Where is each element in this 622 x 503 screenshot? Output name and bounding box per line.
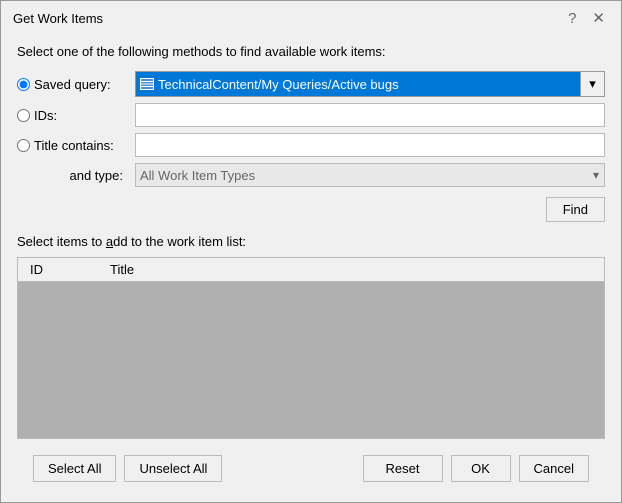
and-type-row: and type: All Work Item Types (17, 163, 605, 187)
title-column-header: Title (102, 261, 142, 278)
form-section: Saved query: TechnicalContent/My Qu (17, 71, 605, 187)
saved-query-radio-label[interactable]: Saved query: (17, 77, 127, 92)
table-body (18, 282, 604, 438)
query-table-icon (140, 78, 154, 90)
table-header: ID Title (18, 258, 604, 282)
title-bar-left: Get Work Items (13, 11, 103, 26)
title-radio[interactable] (17, 139, 30, 152)
saved-query-selected: TechnicalContent/My Queries/Active bugs (136, 72, 580, 96)
title-contains-label: Title contains: (34, 138, 114, 153)
unselect-all-button[interactable]: Unselect All (124, 455, 222, 482)
and-type-label: and type: (17, 168, 127, 183)
id-column-header: ID (22, 261, 102, 278)
title-contains-row: Title contains: (17, 133, 605, 157)
select-all-button[interactable]: Select All (33, 455, 116, 482)
saved-query-arrow[interactable]: ▾ (580, 72, 604, 96)
items-section-label: Select items to add to the work item lis… (17, 234, 605, 249)
dialog-title: Get Work Items (13, 11, 103, 26)
ids-radio-label[interactable]: IDs: (17, 108, 127, 123)
and-type-select-wrapper: All Work Item Types (135, 163, 605, 187)
saved-query-label: Saved query: (34, 77, 111, 92)
close-button[interactable]: ✕ (588, 9, 609, 28)
ids-radio[interactable] (17, 109, 30, 122)
find-row: Find (17, 197, 605, 222)
and-type-select[interactable]: All Work Item Types (135, 163, 605, 187)
bottom-buttons-right: Reset OK Cancel (363, 455, 589, 482)
cancel-button[interactable]: Cancel (519, 455, 589, 482)
title-contains-input[interactable] (135, 133, 605, 157)
title-bar: Get Work Items ? ✕ (1, 1, 621, 32)
dialog: Get Work Items ? ✕ Select one of the fol… (0, 0, 622, 503)
bottom-buttons: Select All Unselect All Reset OK Cancel (17, 447, 605, 490)
ids-input[interactable] (135, 103, 605, 127)
saved-query-radio[interactable] (17, 78, 30, 91)
saved-query-row: Saved query: TechnicalContent/My Qu (17, 71, 605, 97)
saved-query-dropdown[interactable]: TechnicalContent/My Queries/Active bugs … (135, 71, 605, 97)
saved-query-value: TechnicalContent/My Queries/Active bugs (158, 77, 576, 92)
title-bar-right: ? ✕ (564, 9, 609, 28)
ok-button[interactable]: OK (451, 455, 511, 482)
ids-label: IDs: (34, 108, 57, 123)
find-button[interactable]: Find (546, 197, 605, 222)
title-radio-label[interactable]: Title contains: (17, 138, 127, 153)
reset-button[interactable]: Reset (363, 455, 443, 482)
chevron-down-icon: ▾ (589, 76, 596, 92)
ids-row: IDs: (17, 103, 605, 127)
help-button[interactable]: ? (564, 9, 580, 28)
dialog-body: Select one of the following methods to f… (1, 32, 621, 502)
instruction-label: Select one of the following methods to f… (17, 44, 605, 59)
work-item-table: ID Title (17, 257, 605, 439)
